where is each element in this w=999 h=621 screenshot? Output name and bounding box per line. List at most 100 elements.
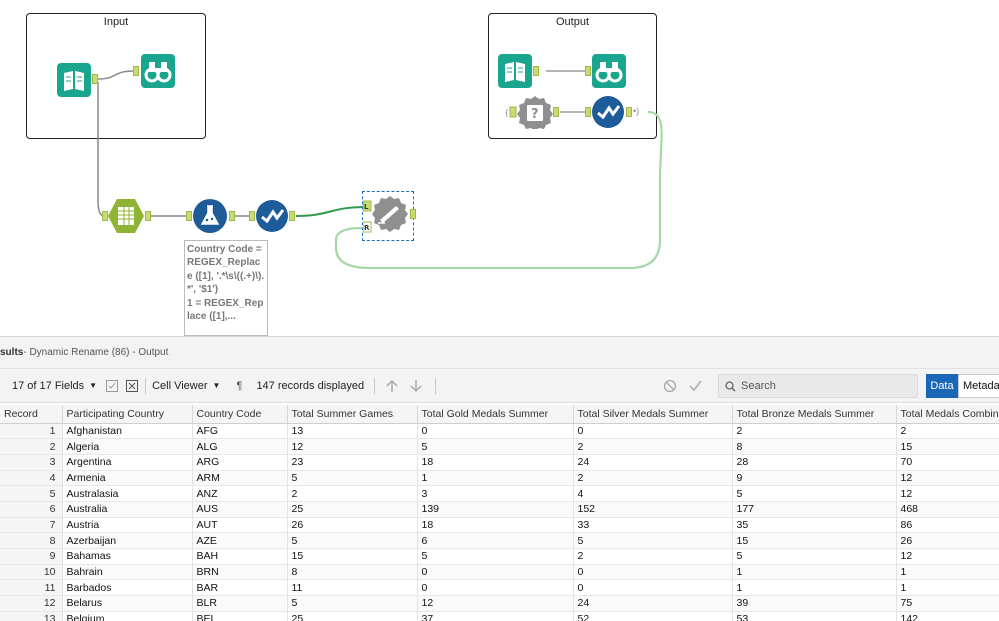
text-to-columns-tool[interactable] bbox=[108, 199, 144, 233]
cancel-circle-icon[interactable] bbox=[663, 377, 677, 395]
table-cell[interactable]: 12 bbox=[287, 438, 418, 455]
table-row[interactable]: 9 Bahamas BAH 15 5 2 5 12 bbox=[0, 548, 999, 565]
table-cell[interactable]: 0 bbox=[573, 423, 733, 440]
output-input-data-tool[interactable] bbox=[498, 54, 532, 88]
table-row[interactable]: 1 Afghanistan AFG 13 0 0 2 2 bbox=[0, 423, 999, 440]
table-cell[interactable]: 18 bbox=[417, 517, 574, 534]
table-cell[interactable]: 5 bbox=[287, 595, 418, 612]
table-cell[interactable]: 3 bbox=[417, 485, 574, 502]
table-row[interactable]: 2 Algeria ALG 12 5 2 8 15 bbox=[0, 438, 999, 455]
table-cell[interactable]: 53 bbox=[732, 611, 897, 621]
select-all-checkbox-icon[interactable] bbox=[105, 377, 119, 395]
table-cell[interactable]: 70 bbox=[896, 454, 999, 471]
table-cell[interactable]: ANZ bbox=[192, 485, 288, 502]
table-cell[interactable]: 9 bbox=[732, 470, 897, 487]
table-cell[interactable]: 2 bbox=[573, 470, 733, 487]
pilcrow-toggle[interactable]: ¶ bbox=[232, 377, 246, 395]
table-cell[interactable]: AZE bbox=[192, 532, 288, 549]
table-cell[interactable]: Belgium bbox=[62, 611, 193, 621]
table-cell[interactable]: 15 bbox=[287, 548, 418, 565]
table-row[interactable]: 5 Australasia ANZ 2 3 4 5 12 bbox=[0, 485, 999, 502]
input-data-tool[interactable] bbox=[57, 63, 91, 97]
table-cell[interactable]: Barbados bbox=[62, 579, 193, 597]
table-cell[interactable]: 5 bbox=[287, 470, 418, 487]
table-cell[interactable]: 2 bbox=[573, 548, 733, 565]
record-number-cell[interactable]: 5 bbox=[0, 485, 63, 502]
table-cell[interactable]: 52 bbox=[573, 611, 733, 621]
column-header[interactable]: Total Medals Combined bbox=[896, 405, 999, 424]
input-anchor[interactable] bbox=[249, 211, 255, 221]
table-cell[interactable]: Australasia bbox=[62, 485, 193, 502]
record-number-cell[interactable]: 13 bbox=[0, 611, 63, 621]
table-cell[interactable]: 12 bbox=[896, 470, 999, 487]
table-cell[interactable]: 15 bbox=[732, 532, 897, 549]
table-cell[interactable]: 12 bbox=[417, 595, 574, 612]
select-tool[interactable] bbox=[256, 200, 288, 232]
table-cell[interactable]: 6 bbox=[417, 532, 574, 549]
table-cell[interactable]: 25 bbox=[287, 611, 418, 621]
input-anchor[interactable] bbox=[585, 66, 591, 76]
table-cell[interactable]: 0 bbox=[573, 564, 733, 581]
table-cell[interactable]: 35 bbox=[732, 517, 897, 534]
column-header[interactable]: Total Silver Medals Summer bbox=[573, 405, 733, 424]
dynamic-rename-tool[interactable]: L R bbox=[362, 191, 414, 241]
deselect-all-checkbox-icon[interactable] bbox=[125, 377, 139, 395]
table-cell[interactable]: 0 bbox=[417, 423, 574, 440]
table-cell[interactable]: 18 bbox=[417, 454, 574, 471]
record-number-cell[interactable]: 4 bbox=[0, 470, 63, 487]
table-cell[interactable]: 1 bbox=[732, 579, 897, 597]
table-cell[interactable]: 5 bbox=[732, 485, 897, 502]
table-cell[interactable]: BRN bbox=[192, 564, 288, 581]
table-cell[interactable]: 5 bbox=[417, 438, 574, 455]
table-cell[interactable]: 1 bbox=[896, 579, 999, 597]
tab-metadata[interactable]: Metadata bbox=[958, 374, 999, 398]
table-cell[interactable]: 468 bbox=[896, 501, 999, 518]
record-number-cell[interactable]: 9 bbox=[0, 548, 63, 565]
input-anchor[interactable] bbox=[186, 211, 192, 221]
output-anchor[interactable] bbox=[229, 211, 235, 221]
output-anchor[interactable] bbox=[145, 211, 151, 221]
table-cell[interactable]: AFG bbox=[192, 423, 288, 440]
table-cell[interactable]: 8 bbox=[287, 564, 418, 581]
table-row[interactable]: 8 Azerbaijan AZE 5 6 5 15 26 bbox=[0, 532, 999, 549]
table-cell[interactable]: 86 bbox=[896, 517, 999, 534]
table-cell[interactable]: AUT bbox=[192, 517, 288, 534]
table-cell[interactable]: 24 bbox=[573, 454, 733, 471]
table-cell[interactable]: 33 bbox=[573, 517, 733, 534]
table-cell[interactable]: Bahamas bbox=[62, 548, 193, 565]
table-cell[interactable]: 15 bbox=[896, 438, 999, 455]
table-cell[interactable]: BEL bbox=[192, 611, 288, 621]
cell-viewer-dropdown[interactable]: Cell Viewer ▼ bbox=[152, 376, 220, 396]
table-row[interactable]: 6 Australia AUS 25 139 152 177 468 bbox=[0, 501, 999, 518]
table-cell[interactable]: 8 bbox=[732, 438, 897, 455]
table-cell[interactable]: 37 bbox=[417, 611, 574, 621]
table-cell[interactable]: 25 bbox=[287, 501, 418, 518]
table-cell[interactable]: 152 bbox=[573, 501, 733, 518]
table-cell[interactable]: 12 bbox=[896, 548, 999, 565]
table-cell[interactable]: 1 bbox=[732, 564, 897, 581]
record-number-cell[interactable]: 8 bbox=[0, 532, 63, 549]
table-row[interactable]: 3 Argentina ARG 23 18 24 28 70 bbox=[0, 454, 999, 471]
output-anchor[interactable] bbox=[289, 211, 295, 221]
search-input[interactable]: Search bbox=[718, 374, 918, 398]
table-cell[interactable]: Azerbaijan bbox=[62, 532, 193, 549]
table-cell[interactable]: 177 bbox=[732, 501, 897, 518]
browse-tool[interactable] bbox=[141, 54, 175, 88]
table-cell[interactable]: 12 bbox=[896, 485, 999, 502]
table-cell[interactable]: 5 bbox=[732, 548, 897, 565]
table-cell[interactable]: 1 bbox=[417, 470, 574, 487]
table-cell[interactable]: 2 bbox=[896, 423, 999, 440]
table-cell[interactable]: ARG bbox=[192, 454, 288, 471]
table-row[interactable]: 13 Belgium BEL 25 37 52 53 142 bbox=[0, 611, 999, 621]
table-cell[interactable]: 26 bbox=[896, 532, 999, 549]
table-cell[interactable]: AUS bbox=[192, 501, 288, 518]
column-header[interactable]: Total Bronze Medals Summer bbox=[732, 405, 897, 424]
formula-tool[interactable] bbox=[193, 199, 227, 233]
check-icon[interactable] bbox=[688, 377, 702, 395]
table-cell[interactable]: 5 bbox=[417, 548, 574, 565]
table-cell[interactable]: Bahrain bbox=[62, 564, 193, 581]
table-cell[interactable]: 75 bbox=[896, 595, 999, 612]
table-cell[interactable]: Austria bbox=[62, 517, 193, 534]
record-number-cell[interactable]: 10 bbox=[0, 564, 63, 581]
table-cell[interactable]: 39 bbox=[732, 595, 897, 612]
